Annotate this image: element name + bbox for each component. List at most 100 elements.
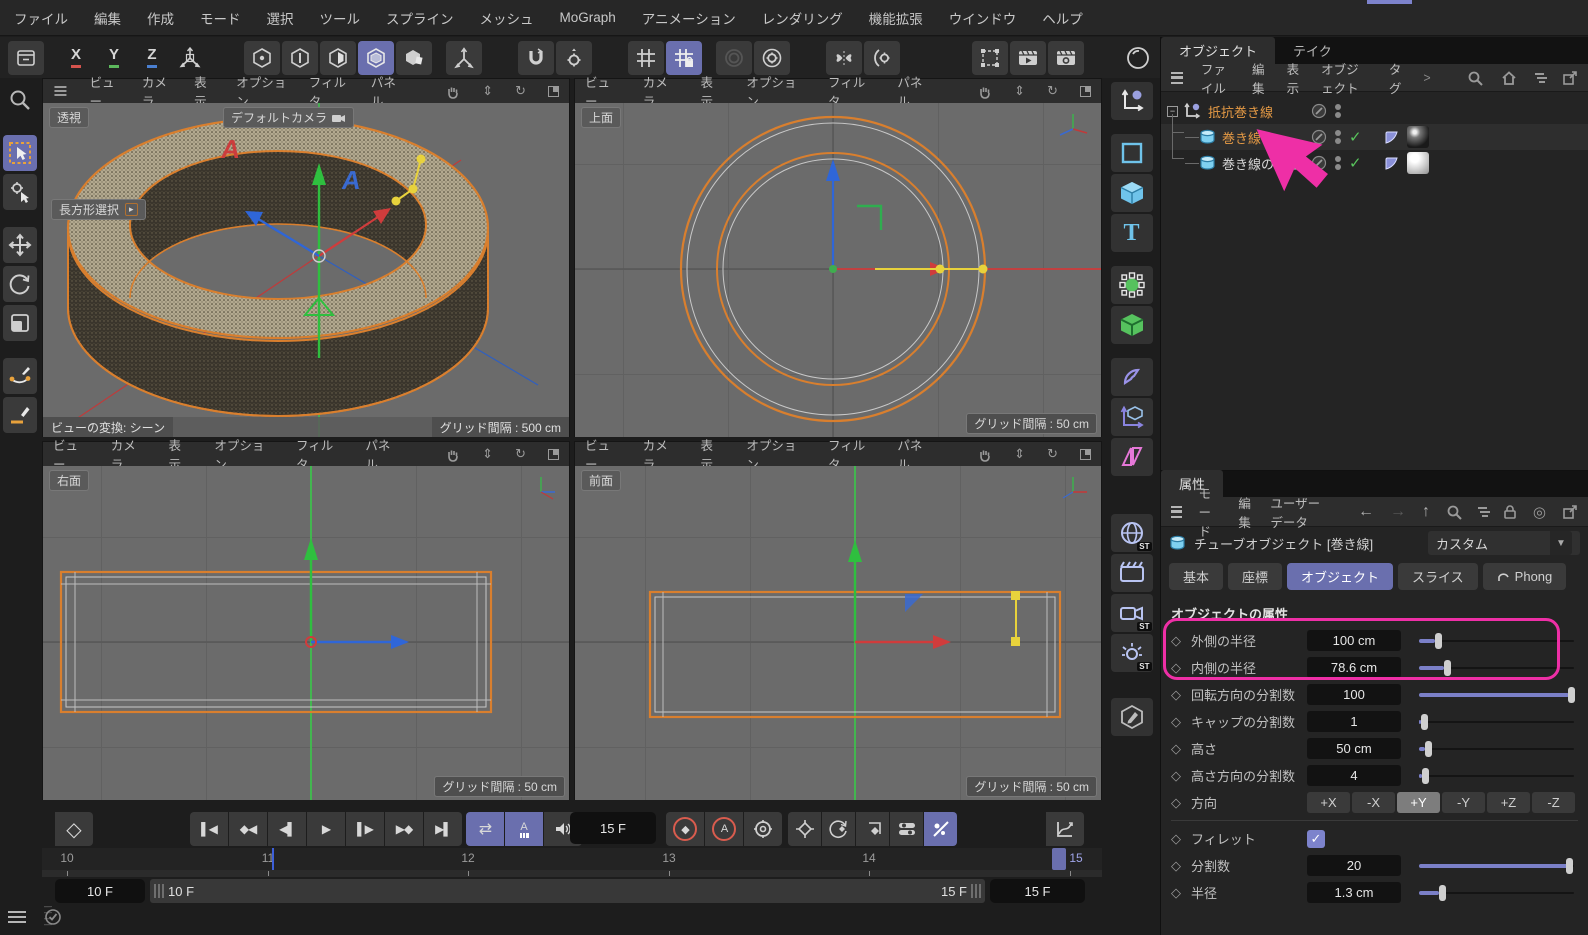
menu-render[interactable]: レンダリング [762, 8, 843, 28]
render-options-icon[interactable] [754, 41, 790, 75]
orbit-icon[interactable]: ↻ [515, 446, 526, 462]
height-segments-field[interactable]: 4 [1307, 765, 1401, 786]
key-diamond-icon[interactable]: ◇ [1161, 633, 1191, 649]
maximize-view-icon[interactable] [1080, 449, 1091, 460]
am-menu-edit[interactable]: 編集 [1238, 493, 1254, 531]
scale-tool-icon[interactable] [3, 305, 37, 341]
key-diamond-icon[interactable]: ◇ [1161, 831, 1191, 847]
height-field[interactable]: 50 cm [1307, 738, 1401, 759]
workplane-grid-icon[interactable] [628, 41, 664, 75]
om-menu-file[interactable]: ファイル [1201, 59, 1234, 97]
dolly-icon[interactable]: ⇕ [482, 446, 493, 462]
fillet-checkbox[interactable]: ✓ [1307, 830, 1325, 848]
material-sphere-icon[interactable] [1120, 41, 1156, 75]
lock-z-button[interactable]: Z [134, 41, 170, 75]
model-mode-icon[interactable] [358, 41, 394, 75]
world-coords-icon[interactable] [172, 41, 208, 75]
material-thumbnail[interactable] [1407, 152, 1429, 174]
menu-animation[interactable]: アニメーション [642, 8, 736, 28]
camera-chip[interactable]: デフォルトカメラ [223, 107, 354, 128]
am-target-icon[interactable]: ◎ [1533, 503, 1546, 521]
orbit-icon[interactable]: ↻ [1047, 83, 1058, 99]
menu-tools[interactable]: ツール [320, 8, 361, 28]
tab-basic[interactable]: 基本 [1169, 563, 1223, 590]
points-mode-icon[interactable] [244, 41, 280, 75]
hamburger-icon[interactable] [1171, 506, 1182, 518]
edit-disabled-icon[interactable] [1311, 155, 1327, 171]
deformer-icon[interactable] [1111, 358, 1153, 396]
om-menu-view[interactable]: 表示 [1287, 59, 1304, 97]
display-tag-icon[interactable] [1384, 156, 1399, 171]
orientation-plus-z[interactable]: +Z [1487, 792, 1530, 813]
inner-radius-field[interactable]: 78.6 cm [1307, 657, 1401, 678]
viewport-top-canvas[interactable]: 上面 グリッド間隔 : 50 cm [575, 103, 1101, 437]
texture-mode-icon[interactable] [396, 41, 432, 75]
sketch-pen-icon[interactable] [3, 397, 37, 433]
stage-object-icon[interactable] [1111, 554, 1153, 592]
goto-end-button[interactable]: ▶▌ [424, 812, 462, 846]
render-settings-icon[interactable] [1048, 41, 1084, 75]
symmetry-icon[interactable] [826, 41, 862, 75]
object-row-coil-parent[interactable]: − 抵抗巻き線 [1161, 98, 1588, 124]
all-frames-button[interactable]: A [505, 812, 543, 846]
select-tool-icon[interactable] [3, 135, 37, 171]
null-object-icon[interactable] [1111, 82, 1153, 120]
orbit-icon[interactable]: ↻ [1047, 446, 1058, 462]
undo-box-icon[interactable] [8, 41, 44, 75]
display-tag-icon[interactable] [1384, 130, 1399, 145]
menu-file[interactable]: ファイル [14, 8, 68, 28]
range-end-field[interactable]: 15 F [990, 879, 1085, 903]
key-diamond-icon[interactable]: ◇ [1161, 741, 1191, 757]
cap-segments-field[interactable]: 1 [1307, 711, 1401, 732]
om-menu-objects[interactable]: オブジェクト [1321, 59, 1371, 97]
orbit-icon[interactable]: ↻ [515, 83, 526, 99]
om-menu-tags[interactable]: タグ [1389, 59, 1406, 97]
key-parameter-button[interactable] [890, 812, 923, 846]
object-name[interactable]: 抵抗巻き線 [1208, 102, 1273, 121]
om-home-icon[interactable] [1501, 70, 1517, 86]
menu-window[interactable]: ウインドウ [949, 8, 1017, 28]
tool-hint-chip[interactable]: 長方形選択▸ [51, 199, 146, 220]
maximize-view-icon[interactable] [548, 86, 559, 97]
object-row-coil-base[interactable]: 巻き線の土台.. ✓ [1161, 150, 1588, 176]
rotation-segments-field[interactable]: 100 [1307, 684, 1401, 705]
goto-start-button[interactable]: ▌◀ [190, 812, 228, 846]
om-search-icon[interactable] [1467, 70, 1483, 86]
visibility-dots[interactable] [1335, 104, 1341, 118]
check-circle-icon[interactable] [44, 908, 62, 926]
search-tool-icon[interactable] [3, 82, 37, 118]
key-position-button[interactable] [788, 812, 821, 846]
enabled-check-icon[interactable]: ✓ [1349, 154, 1362, 172]
modeling-settings-icon[interactable] [864, 41, 900, 75]
hamburger-icon[interactable] [8, 911, 26, 923]
key-pla-button[interactable] [924, 812, 957, 846]
am-lock-icon[interactable] [1503, 504, 1517, 519]
tab-phong[interactable]: Phong [1483, 563, 1567, 590]
key-diamond-icon[interactable]: ◇ [1161, 885, 1191, 901]
object-row-coil[interactable]: 巻き線 ✓ [1161, 124, 1588, 150]
range-right-handle[interactable] [971, 884, 981, 898]
enabled-check-icon[interactable]: ✓ [1349, 128, 1362, 146]
height-slider[interactable] [1419, 741, 1574, 757]
make-keyframe-button[interactable]: ◇ [55, 812, 93, 846]
om-menu-edit[interactable]: 編集 [1252, 59, 1269, 97]
menu-spline[interactable]: スプライン [386, 8, 454, 28]
pan-hand-icon[interactable] [977, 84, 992, 99]
snap-settings-gear-icon[interactable] [556, 41, 592, 75]
key-diamond-icon[interactable]: ◇ [1161, 714, 1191, 730]
menu-help[interactable]: ヘルプ [1042, 8, 1083, 28]
move-tool-icon[interactable] [3, 227, 37, 263]
timeline-range-bar[interactable]: 10 F 15 F [150, 879, 985, 903]
object-name[interactable]: 巻き線の土台.. [1222, 154, 1307, 173]
preset-dropdown[interactable]: カスタム▼ [1428, 531, 1580, 555]
viewport-perspective-canvas[interactable]: A A 透視 デフォルトカメラ 長方形選択▸ ビューの変換: シーン グリッド間… [43, 103, 569, 437]
dolly-icon[interactable]: ⇕ [1014, 446, 1025, 462]
om-filter-icon[interactable] [1535, 73, 1544, 83]
tool-hint-expand-icon[interactable]: ▸ [125, 203, 138, 216]
am-filter-icon[interactable] [1478, 507, 1487, 517]
menu-overflow-chevron[interactable]: > [1423, 71, 1430, 85]
outer-radius-slider[interactable] [1419, 633, 1574, 649]
pan-hand-icon[interactable] [445, 447, 460, 462]
workplane-lock-icon[interactable] [666, 41, 702, 75]
outer-radius-field[interactable]: 100 cm [1307, 630, 1401, 651]
